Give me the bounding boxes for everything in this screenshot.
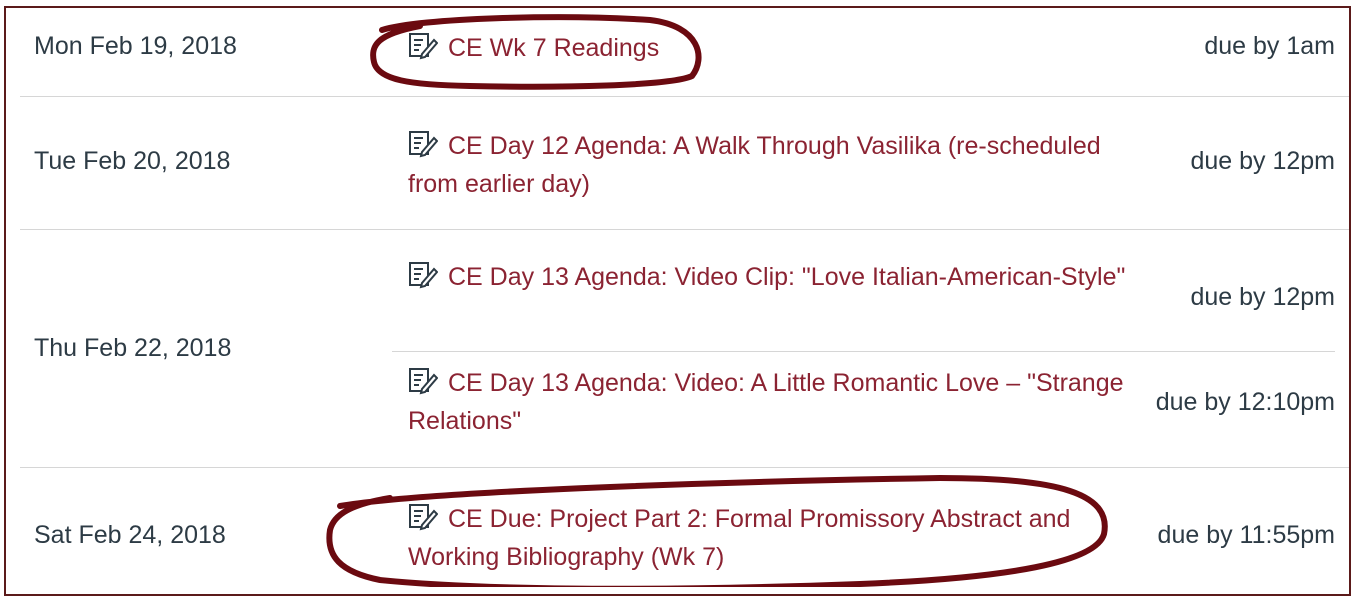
assignment-item: CE Day 13 Agenda: Video Clip: "Love Ital… (392, 230, 1335, 351)
assignment-icon (409, 33, 438, 60)
due-label: due by 12pm (1190, 147, 1335, 175)
assignment-list-frame: Mon Feb 19, 2018 CE Wk 7 Readings due by… (4, 6, 1351, 596)
date-row: Mon Feb 19, 2018 CE Wk 7 Readings due by… (20, 8, 1349, 96)
assignment-item: CE Day 13 Agenda: Video: A Little Romant… (392, 351, 1335, 469)
assignment-title: CE Day 12 Agenda: A Walk Through Vasilik… (408, 132, 1101, 198)
assignment-link[interactable]: CE Due: Project Part 2: Formal Promissor… (408, 500, 1128, 576)
assignment-item: CE Due: Project Part 2: Formal Promissor… (392, 468, 1335, 593)
due-label: due by 1am (1204, 32, 1335, 60)
due-label: due by 11:55pm (1157, 521, 1335, 549)
date-row: Tue Feb 20, 2018 CE Day 12 Agenda: A Wal… (20, 96, 1349, 230)
date-row: Sat Feb 24, 2018 CE Due: Project Part 2:… (20, 467, 1349, 593)
assignment-icon (409, 262, 438, 289)
assignment-link[interactable]: CE Day 13 Agenda: Video Clip: "Love Ital… (408, 258, 1128, 296)
assignment-item: CE Wk 7 Readings due by 1am (392, 8, 1335, 96)
row-date: Mon Feb 19, 2018 (34, 32, 237, 60)
assignment-title: CE Wk 7 Readings (448, 34, 660, 62)
due-label: due by 12pm (1190, 283, 1335, 311)
assignment-item: CE Day 12 Agenda: A Walk Through Vasilik… (392, 97, 1335, 230)
row-date: Tue Feb 20, 2018 (34, 147, 231, 175)
assignment-icon (409, 131, 438, 158)
assignment-title: CE Due: Project Part 2: Formal Promissor… (408, 505, 1071, 571)
assignment-link[interactable]: CE Wk 7 Readings (408, 29, 1128, 67)
assignment-link[interactable]: CE Day 12 Agenda: A Walk Through Vasilik… (408, 127, 1128, 203)
row-date: Thu Feb 22, 2018 (34, 334, 232, 362)
assignment-title: CE Day 13 Agenda: Video Clip: "Love Ital… (448, 263, 1126, 291)
assignment-link[interactable]: CE Day 13 Agenda: Video: A Little Romant… (408, 364, 1128, 440)
assignment-title: CE Day 13 Agenda: Video: A Little Romant… (408, 369, 1124, 435)
assignment-icon (409, 368, 438, 395)
date-row: Thu Feb 22, 2018 CE Day 13 Agenda: Video… (20, 229, 1349, 468)
assignment-icon (409, 504, 438, 531)
row-date: Sat Feb 24, 2018 (34, 521, 226, 549)
due-label: due by 12:10pm (1155, 388, 1335, 416)
